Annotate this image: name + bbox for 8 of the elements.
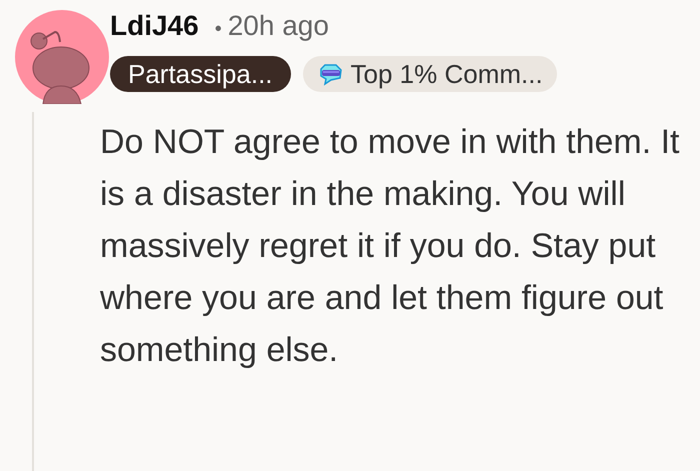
avatar-icon: [15, 10, 109, 104]
user-flair: Partassipa...: [110, 56, 291, 92]
separator-dot: •: [214, 18, 222, 41]
achievement-badge: Top 1% Comm...: [302, 56, 557, 92]
timestamp: 20h ago: [228, 10, 329, 42]
comment-text: Do NOT agree to move in with them. It is a disaster in the making. You will massively regret it if you do. Stay put where you are and let them figure out something else.: [100, 122, 680, 371]
goggles-icon: [318, 62, 343, 86]
username[interactable]: LdiJ46: [110, 10, 199, 42]
